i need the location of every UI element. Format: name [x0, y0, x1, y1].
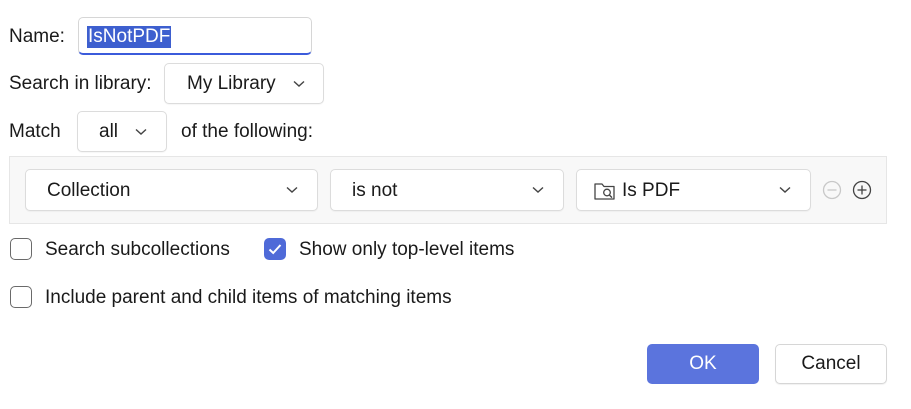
search-subcollections-label[interactable]: Search subcollections — [45, 238, 230, 262]
match-dropdown[interactable]: all — [77, 111, 167, 152]
name-input[interactable]: IsNotPDF — [78, 17, 312, 55]
top-level-only-label[interactable]: Show only top-level items — [299, 238, 514, 262]
condition-operator-dropdown[interactable]: is not — [330, 169, 564, 211]
ok-button[interactable]: OK — [647, 344, 759, 384]
minus-circle-icon[interactable] — [822, 180, 842, 200]
name-input-value[interactable]: IsNotPDF — [87, 26, 172, 48]
chevron-down-icon — [135, 128, 147, 135]
chevron-down-icon — [779, 186, 791, 193]
search-in-library-label: Search in library: — [9, 73, 152, 94]
match-label: Match — [9, 121, 61, 142]
search-subcollections-checkbox[interactable] — [10, 238, 32, 260]
library-dropdown[interactable]: My Library — [164, 63, 324, 104]
plus-circle-icon[interactable] — [852, 180, 872, 200]
library-dropdown-value: My Library — [187, 73, 276, 94]
top-level-only-checkbox[interactable] — [264, 238, 286, 260]
checkmark-icon — [268, 244, 282, 255]
chevron-down-icon — [293, 80, 305, 87]
include-parent-child-label[interactable]: Include parent and child items of matchi… — [45, 286, 452, 310]
include-parent-child-checkbox[interactable] — [10, 286, 32, 308]
chevron-down-icon — [532, 186, 544, 193]
condition-value-dropdown[interactable]: Is PDF — [576, 169, 811, 211]
match-suffix-label: of the following: — [181, 121, 314, 142]
condition-value-text: Is PDF — [622, 180, 681, 201]
name-label: Name: — [9, 26, 65, 47]
chevron-down-icon — [286, 186, 298, 193]
saved-search-folder-icon — [594, 183, 615, 200]
match-dropdown-value: all — [99, 121, 119, 142]
condition-field-value: Collection — [47, 180, 131, 201]
condition-operator-value: is not — [352, 180, 398, 201]
condition-field-dropdown[interactable]: Collection — [25, 169, 318, 211]
cancel-button[interactable]: Cancel — [775, 344, 887, 384]
